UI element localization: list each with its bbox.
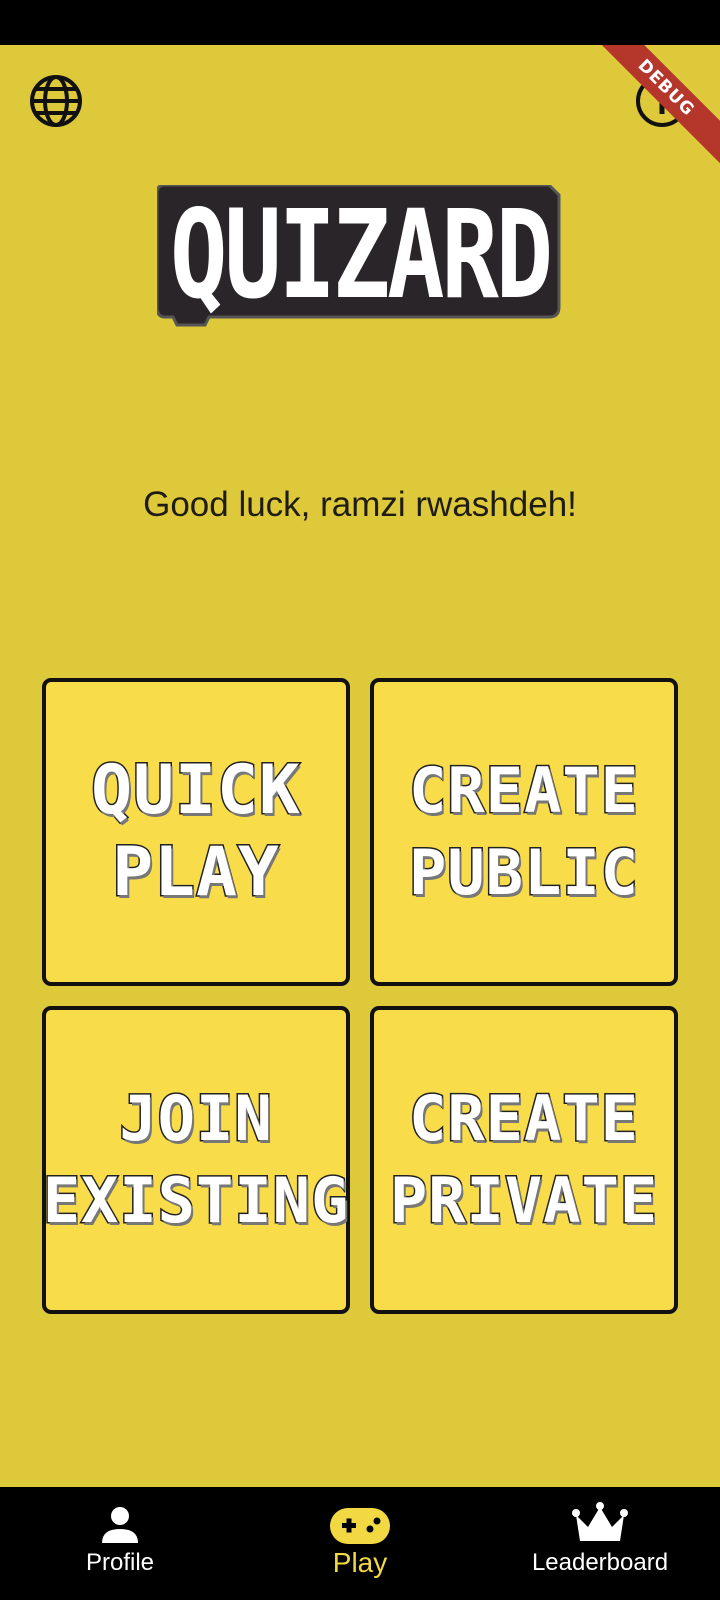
tile-line: JOIN — [118, 1081, 273, 1157]
tile-line: PLAY — [111, 832, 281, 914]
crown-icon — [572, 1493, 628, 1545]
nav-item-leaderboard[interactable]: Leaderboard — [520, 1487, 680, 1600]
quizard-logo: QUIZARD — [155, 183, 563, 327]
join-existing-button[interactable]: JOIN EXISTING — [41, 1006, 350, 1314]
person-icon — [100, 1493, 140, 1545]
status-bar — [0, 0, 720, 45]
tile-line: PRIVATE — [388, 1163, 659, 1239]
logo-text: QUIZARD — [170, 185, 550, 326]
tile-line: CREATE — [408, 1081, 640, 1157]
play-screen: DEBUG QUIZARD Good luck, ramzi rwashdeh!… — [0, 45, 720, 1487]
gamepad-icon — [329, 1493, 391, 1545]
tile-line: PUBLIC — [408, 835, 640, 911]
nav-label: Play — [332, 1547, 388, 1578]
quick-play-button[interactable]: QUICK PLAY — [42, 678, 350, 986]
tile-line: EXISTING — [41, 1163, 350, 1239]
bottom-navigation: Profile Play Leaderboard — [0, 1487, 720, 1600]
nav-item-profile[interactable]: Profile — [60, 1487, 180, 1600]
nav-label: Leaderboard — [531, 1549, 669, 1576]
tile-line: CREATE — [408, 753, 640, 829]
globe-icon[interactable] — [27, 72, 85, 130]
nav-label: Profile — [85, 1549, 155, 1576]
tile-line: QUICK — [90, 750, 302, 832]
greeting-text: Good luck, ramzi rwashdeh! — [143, 485, 577, 524]
create-private-button[interactable]: CREATE PRIVATE — [370, 1006, 678, 1314]
create-public-button[interactable]: CREATE PUBLIC — [370, 678, 678, 986]
nav-item-play[interactable]: Play — [300, 1487, 420, 1600]
